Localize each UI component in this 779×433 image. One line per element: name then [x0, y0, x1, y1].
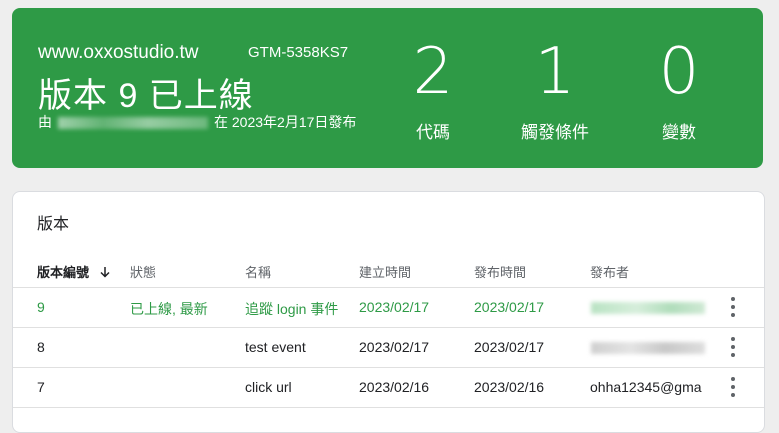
- stat-tags[interactable]: 2 代碼: [378, 38, 488, 143]
- container-id: GTM-5358KS7: [248, 44, 349, 61]
- column-header-name[interactable]: 名稱: [245, 262, 271, 281]
- published-prefix: 由: [38, 114, 52, 130]
- cell-name[interactable]: 追蹤 login 事件: [245, 299, 338, 319]
- cell-status: 已上線, 最新: [130, 301, 208, 317]
- cell-version-id[interactable]: 8: [37, 339, 45, 355]
- more-options-icon[interactable]: [727, 377, 739, 397]
- versions-card: 版本 版本編號 狀態 名稱 建立時間 發布時間 發布者 9 已上線, 最新 追蹤…: [12, 191, 765, 433]
- stat-tags-count: 2: [412, 35, 454, 109]
- version-title: 版本 9 已上線: [38, 77, 254, 115]
- cell-name[interactable]: click url: [245, 379, 292, 395]
- cell-published: 2023/02/16: [474, 379, 545, 395]
- cell-name[interactable]: test event: [245, 339, 306, 355]
- column-header-version-id[interactable]: 版本編號: [37, 262, 111, 281]
- stat-variables[interactable]: 0 變數: [624, 38, 734, 143]
- column-header-publisher[interactable]: 發布者: [590, 262, 629, 281]
- versions-title: 版本: [37, 216, 70, 233]
- table-row[interactable]: 8 test event 2023/02/17 2023/02/17: [13, 328, 764, 367]
- column-label: 版本編號: [37, 265, 90, 280]
- table-row[interactable]: 9 已上線, 最新 追蹤 login 事件 2023/02/17 2023/02…: [13, 288, 764, 327]
- stat-triggers-label: 觸發條件: [521, 123, 589, 142]
- arrow-down-icon: [100, 267, 110, 278]
- cell-publisher-redacted: [591, 302, 705, 314]
- row-divider: [13, 407, 764, 408]
- more-options-icon[interactable]: [727, 337, 739, 357]
- table-row[interactable]: 7 click url 2023/02/16 2023/02/16 ohha12…: [13, 368, 764, 407]
- column-header-created[interactable]: 建立時間: [359, 262, 411, 281]
- cell-version-id[interactable]: 9: [37, 299, 45, 315]
- version-summary-banner: www.oxxostudio.tw GTM-5358KS7 版本 9 已上線 由…: [12, 8, 763, 168]
- column-header-published[interactable]: 發布時間: [474, 262, 526, 281]
- stat-triggers[interactable]: 1 觸發條件: [500, 38, 610, 143]
- more-options-icon[interactable]: [727, 297, 739, 317]
- stat-triggers-count: 1: [534, 35, 576, 109]
- site-domain: www.oxxostudio.tw: [38, 42, 199, 63]
- stat-tags-label: 代碼: [416, 123, 450, 142]
- publisher-redacted: [58, 117, 208, 130]
- cell-publisher: ohha12345@gma: [590, 379, 702, 395]
- cell-created: 2023/02/17: [359, 339, 430, 355]
- column-header-status[interactable]: 狀態: [130, 262, 156, 281]
- cell-publisher-redacted: [591, 342, 705, 354]
- stat-variables-label: 變數: [662, 123, 696, 142]
- cell-version-id[interactable]: 7: [37, 379, 45, 395]
- stat-variables-count: 0: [658, 35, 700, 109]
- published-suffix: 在 2023年2月17日發布: [214, 114, 357, 130]
- published-info: 由 在 2023年2月17日發布: [38, 112, 356, 132]
- cell-published: 2023/02/17: [474, 339, 545, 355]
- cell-created: 2023/02/16: [359, 379, 430, 395]
- cell-created: 2023/02/17: [359, 299, 430, 315]
- cell-published: 2023/02/17: [474, 299, 545, 315]
